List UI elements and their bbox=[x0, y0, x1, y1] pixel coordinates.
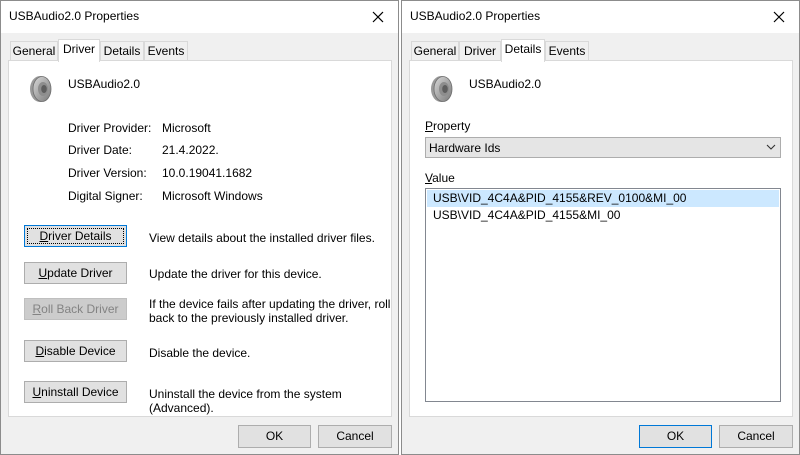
window-title: USBAudio2.0 Properties bbox=[410, 9, 541, 23]
speaker-icon bbox=[427, 73, 459, 105]
close-icon bbox=[773, 11, 785, 23]
uninstall-device-description: Uninstall the device from the system (Ad… bbox=[149, 387, 342, 415]
tab-details[interactable]: Details bbox=[501, 39, 545, 62]
update-driver-button[interactable]: Update Driver bbox=[24, 262, 127, 284]
title-bar[interactable]: USBAudio2.0 Properties bbox=[402, 1, 799, 33]
cancel-button[interactable]: Cancel bbox=[318, 425, 392, 448]
roll-back-description-line2: back to the previously installed driver. bbox=[149, 311, 349, 325]
title-bar[interactable]: USBAudio2.0 Properties bbox=[1, 1, 398, 33]
close-button[interactable] bbox=[765, 5, 793, 29]
uninstall-device-button[interactable]: Uninstall Device bbox=[24, 381, 127, 403]
tab-general[interactable]: General bbox=[10, 41, 58, 61]
property-selected-value: Hardware Ids bbox=[429, 141, 501, 155]
disable-device-button[interactable]: Disable Device bbox=[24, 340, 127, 362]
digital-signer-label: Digital Signer: bbox=[68, 189, 143, 203]
driver-provider-value: Microsoft bbox=[162, 121, 211, 135]
tab-events[interactable]: Events bbox=[144, 41, 188, 61]
cancel-button[interactable]: Cancel bbox=[719, 425, 793, 448]
roll-back-driver-button: Roll Back Driver bbox=[24, 298, 127, 320]
tab-driver[interactable]: Driver bbox=[58, 39, 100, 62]
ok-button[interactable]: OK bbox=[238, 425, 311, 448]
ok-button[interactable]: OK bbox=[639, 425, 712, 448]
driver-date-value: 21.4.2022. bbox=[162, 143, 219, 157]
tab-general[interactable]: General bbox=[411, 41, 459, 61]
tab-events[interactable]: Events bbox=[545, 41, 589, 61]
list-item[interactable]: USB\VID_4C4A&PID_4155&REV_0100&MI_00 bbox=[427, 190, 779, 207]
speaker-icon bbox=[26, 73, 58, 105]
driver-tab-page: USBAudio2.0 Driver Provider: Microsoft D… bbox=[8, 60, 392, 417]
tab-strip: General Driver Details Events bbox=[409, 39, 792, 62]
device-name: USBAudio2.0 bbox=[469, 77, 542, 91]
property-label: Property bbox=[425, 119, 471, 133]
property-dropdown[interactable]: Hardware Ids bbox=[425, 137, 781, 158]
disable-device-description: Disable the device. bbox=[149, 346, 251, 360]
driver-date-label: Driver Date: bbox=[68, 143, 133, 157]
window-title: USBAudio2.0 Properties bbox=[9, 9, 140, 23]
driver-details-button[interactable]: Driver Details bbox=[24, 225, 127, 247]
driver-version-label: Driver Version: bbox=[68, 166, 147, 180]
details-tab-page: USBAudio2.0 Property Hardware Ids Value … bbox=[409, 60, 793, 417]
close-icon bbox=[372, 11, 384, 23]
driver-version-value: 10.0.19041.1682 bbox=[162, 166, 253, 180]
list-item[interactable]: USB\VID_4C4A&PID_4155&MI_00 bbox=[427, 207, 779, 224]
tab-driver[interactable]: Driver bbox=[459, 41, 501, 61]
close-button[interactable] bbox=[364, 5, 392, 29]
value-listbox[interactable]: USB\VID_4C4A&PID_4155&REV_0100&MI_00 USB… bbox=[425, 188, 781, 402]
tab-strip: General Driver Details Events bbox=[8, 39, 391, 62]
value-label: Value bbox=[425, 171, 455, 185]
device-name: USBAudio2.0 bbox=[68, 77, 141, 91]
driver-provider-label: Driver Provider: bbox=[68, 121, 152, 135]
tab-details[interactable]: Details bbox=[100, 41, 144, 61]
update-driver-description: Update the driver for this device. bbox=[149, 267, 322, 281]
digital-signer-value: Microsoft Windows bbox=[162, 189, 263, 203]
driver-details-description: View details about the installed driver … bbox=[149, 231, 375, 245]
chevron-down-icon bbox=[766, 144, 776, 150]
properties-dialog-details: USBAudio2.0 Properties General Driver De… bbox=[401, 0, 800, 455]
roll-back-description-line1: If the device fails after updating the d… bbox=[149, 297, 391, 311]
properties-dialog-driver: USBAudio2.0 Properties General Driver De… bbox=[0, 0, 399, 455]
